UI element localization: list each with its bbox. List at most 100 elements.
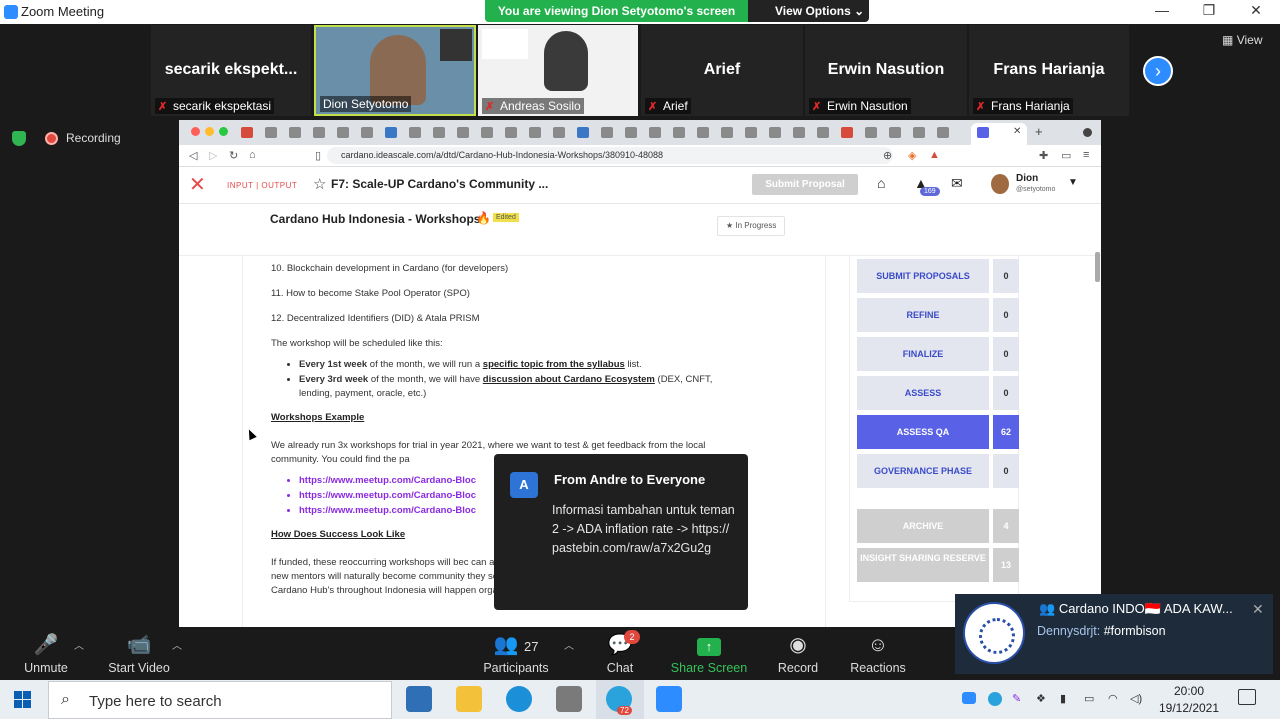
telegram-tray-icon[interactable] <box>988 692 1002 706</box>
participant-tile[interactable]: Erwin Nasution Erwin Nasution ✗ <box>805 25 967 116</box>
browser-tab-favicon[interactable] <box>265 127 277 138</box>
back-icon[interactable]: ◁ <box>189 149 197 162</box>
battery-icon[interactable]: ▭ <box>1084 692 1094 705</box>
zoom-icon[interactable]: ⊕ <box>883 149 892 162</box>
browser-tab-favicon[interactable] <box>841 127 853 138</box>
forward-icon[interactable]: ▷ <box>209 149 217 162</box>
security-shield-icon[interactable] <box>12 131 26 146</box>
participant-tile[interactable]: secarik ekspekt... secarik ekspektasi ✗ <box>151 25 311 116</box>
taskbar-search[interactable]: ⌕ Type here to search <box>48 681 392 719</box>
telegram-notification[interactable]: 👥 Cardano INDO🇮🇩 ADA KAW... Dennysdrjt: … <box>955 594 1273 674</box>
input-output-logo-icon[interactable]: ✕ <box>189 175 225 197</box>
browser-menu-icon[interactable] <box>1083 128 1092 137</box>
taskbar-app-icon[interactable] <box>406 686 432 712</box>
url-input[interactable]: cardano.ideascale.com/a/dtd/Cardano-Hub-… <box>327 147 893 164</box>
start-video-button[interactable]: 📹 Start Video <box>104 633 174 675</box>
browser-tab-favicon[interactable] <box>361 127 373 138</box>
browser-tab-favicon[interactable] <box>601 127 613 138</box>
stage-insight-sharing-reserve[interactable]: INSIGHT SHARING RESERVE <box>857 548 989 582</box>
home-icon[interactable]: ⌂ <box>249 149 256 161</box>
taskbar-app-icon[interactable] <box>556 686 582 712</box>
browser-tab-favicon[interactable] <box>865 127 877 138</box>
stage-archive[interactable]: ARCHIVE <box>857 509 989 543</box>
view-layout-button[interactable]: ▦ View <box>1222 33 1262 47</box>
browser-tab-favicon[interactable] <box>745 127 757 138</box>
windows-start-icon[interactable] <box>14 691 31 708</box>
browser-tab-favicon[interactable] <box>481 127 493 138</box>
browser-tab-favicon[interactable] <box>793 127 805 138</box>
tab-close-icon[interactable]: ✕ <box>1013 126 1021 137</box>
browser-tab-favicon[interactable] <box>889 127 901 138</box>
browser-tab-favicon[interactable] <box>697 127 709 138</box>
file-explorer-icon[interactable] <box>456 686 482 712</box>
stage-assess-qa[interactable]: ASSESS QA <box>857 415 989 449</box>
zoom-app-icon[interactable] <box>656 686 682 712</box>
new-tab-icon[interactable]: + <box>1035 124 1043 139</box>
avatar[interactable] <box>991 174 1009 194</box>
sidebar-icon[interactable]: ▭ <box>1061 149 1071 162</box>
video-options-caret[interactable]: ︿ <box>172 637 182 652</box>
volume-icon[interactable]: ◁) <box>1130 692 1142 705</box>
menu-icon[interactable]: ≡ <box>1083 149 1089 161</box>
participants-options-caret[interactable]: ︿ <box>564 637 574 652</box>
notification-center-icon[interactable] <box>1238 689 1256 705</box>
stage-refine[interactable]: REFINE <box>857 298 989 332</box>
page-scrollbar[interactable] <box>1095 252 1100 282</box>
chevron-down-icon[interactable]: ▼ <box>1068 177 1078 188</box>
participant-tile[interactable]: Arief Arief ✗ <box>641 25 803 116</box>
audio-options-caret[interactable]: ︿ <box>74 637 84 652</box>
taskbar-clock[interactable]: 20:00 19/12/2021 <box>1158 683 1220 717</box>
chat-notification[interactable]: A From Andre to Everyone Informasi tamba… <box>494 454 748 610</box>
zoom-tray-icon[interactable] <box>962 692 976 704</box>
next-page-button[interactable]: › <box>1143 56 1173 86</box>
browser-tab-favicon[interactable] <box>937 127 949 138</box>
extensions-icon[interactable]: ✚ <box>1039 149 1048 162</box>
browser-tab-favicon[interactable] <box>913 127 925 138</box>
brave-shield-icon[interactable]: ◈ <box>908 149 916 162</box>
submit-proposal-button[interactable]: Submit Proposal <box>752 174 858 195</box>
view-options-button[interactable]: View Options ⌄ <box>775 4 864 18</box>
active-browser-tab[interactable]: ✕ <box>971 123 1027 145</box>
browser-tab-favicon[interactable] <box>721 127 733 138</box>
star-icon[interactable]: ☆ <box>313 175 326 193</box>
bookmark-icon[interactable]: ▯ <box>315 149 321 162</box>
edge-browser-icon[interactable] <box>506 686 532 712</box>
browser-tab-favicon[interactable] <box>769 127 781 138</box>
home-icon[interactable]: ⌂ <box>877 175 885 191</box>
browser-tab-favicon[interactable] <box>289 127 301 138</box>
minimize-button[interactable]: — <box>1152 2 1172 18</box>
stage-assess[interactable]: ASSESS <box>857 376 989 410</box>
maximize-button[interactable]: ❐ <box>1199 2 1219 19</box>
browser-tab-favicon[interactable] <box>577 127 589 138</box>
reload-icon[interactable]: ↻ <box>229 149 238 162</box>
browser-tab-favicon[interactable] <box>625 127 637 138</box>
pen-tray-icon[interactable]: ✎ <box>1012 692 1021 705</box>
share-screen-button[interactable]: ↑ Share Screen <box>670 633 748 675</box>
browser-tab-favicon[interactable] <box>409 127 421 138</box>
stage-finalize[interactable]: FINALIZE <box>857 337 989 371</box>
app-tray-icon[interactable]: ❖ <box>1036 692 1046 705</box>
participant-tile[interactable]: Frans Harianja Frans Harianja ✗ <box>969 25 1129 116</box>
browser-tab-favicon[interactable] <box>313 127 325 138</box>
browser-tab-favicon[interactable] <box>553 127 565 138</box>
mail-icon[interactable]: ✉ <box>951 175 963 192</box>
browser-tab-favicon[interactable] <box>673 127 685 138</box>
participant-tile[interactable]: Andreas Sosilo ✗ <box>478 25 638 116</box>
browser-tab-favicon[interactable] <box>457 127 469 138</box>
browser-tab-favicon[interactable] <box>241 127 253 138</box>
campaign-title[interactable]: F7: Scale-UP Cardano's Community ... <box>331 177 548 191</box>
close-button[interactable]: ✕ <box>1246 2 1266 19</box>
participant-tile-active-speaker[interactable]: Dion Setyotomo <box>314 25 476 116</box>
stage-governance-phase[interactable]: GOVERNANCE PHASE <box>857 454 989 488</box>
wifi-icon[interactable]: ◠ <box>1108 692 1118 705</box>
participants-button[interactable]: 👥 27 Participants <box>480 633 552 675</box>
unmute-button[interactable]: 🎤 Unmute <box>22 633 70 675</box>
record-button[interactable]: ◉ Record <box>776 633 820 675</box>
browser-tab-favicon[interactable] <box>337 127 349 138</box>
close-icon[interactable]: ✕ <box>1252 601 1264 618</box>
rewards-icon[interactable]: ▲ <box>929 149 940 161</box>
usb-tray-icon[interactable]: ▮ <box>1060 692 1066 705</box>
browser-tab-favicon[interactable] <box>529 127 541 138</box>
browser-tab-favicon[interactable] <box>649 127 661 138</box>
browser-tab-favicon[interactable] <box>433 127 445 138</box>
